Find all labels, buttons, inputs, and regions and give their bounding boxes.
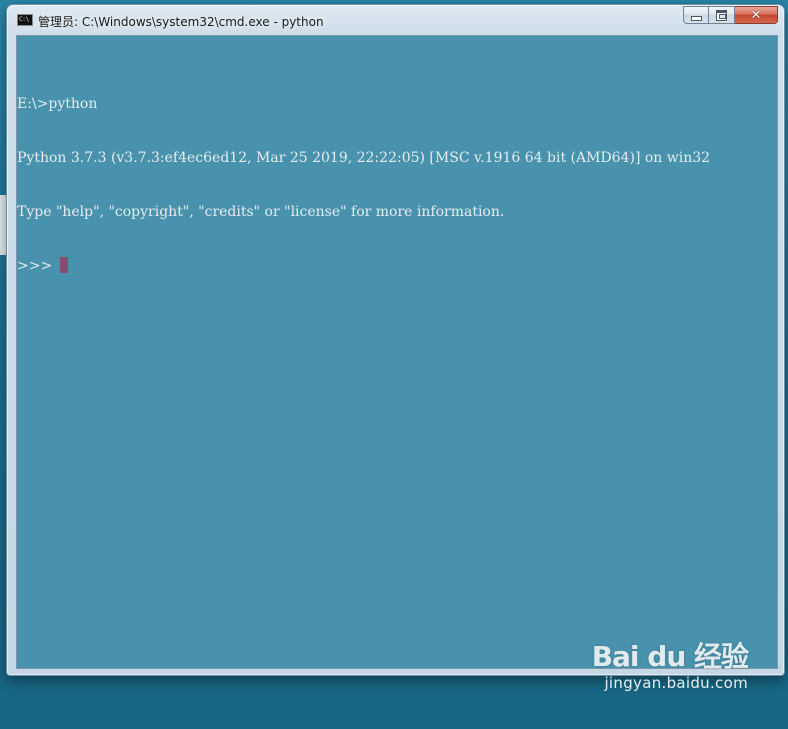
console-line-command: E:\>python <box>17 96 98 112</box>
window-title: 管理员: C:\Windows\system32\cmd.exe - pytho… <box>38 15 324 29</box>
title-bar[interactable]: C:\ 管理员: C:\Windows\system32\cmd.exe - p… <box>7 5 784 36</box>
close-icon: ✕ <box>750 7 762 23</box>
console-line-help: Type "help", "copyright", "credits" or "… <box>17 204 505 220</box>
maximize-button[interactable] <box>709 6 735 24</box>
cmd-window[interactable]: C:\ 管理员: C:\Windows\system32\cmd.exe - p… <box>6 4 785 676</box>
minimize-button[interactable] <box>683 6 709 24</box>
console-output: E:\>python Python 3.7.3 (v3.7.3:ef4ec6ed… <box>17 59 710 311</box>
caption-buttons: ✕ <box>683 6 778 25</box>
console-line-version: Python 3.7.3 (v3.7.3:ef4ec6ed12, Mar 25 … <box>17 150 711 166</box>
minimize-icon <box>690 15 702 21</box>
python-prompt: >>> <box>17 258 53 274</box>
maximize-icon <box>716 9 727 21</box>
cmd-icon[interactable]: C:\ <box>17 14 33 26</box>
text-cursor <box>60 257 69 273</box>
close-button[interactable]: ✕ <box>735 6 778 24</box>
console-area[interactable]: E:\>python Python 3.7.3 (v3.7.3:ef4ec6ed… <box>16 35 778 669</box>
console-prompt-line[interactable]: >>> <box>17 257 710 275</box>
